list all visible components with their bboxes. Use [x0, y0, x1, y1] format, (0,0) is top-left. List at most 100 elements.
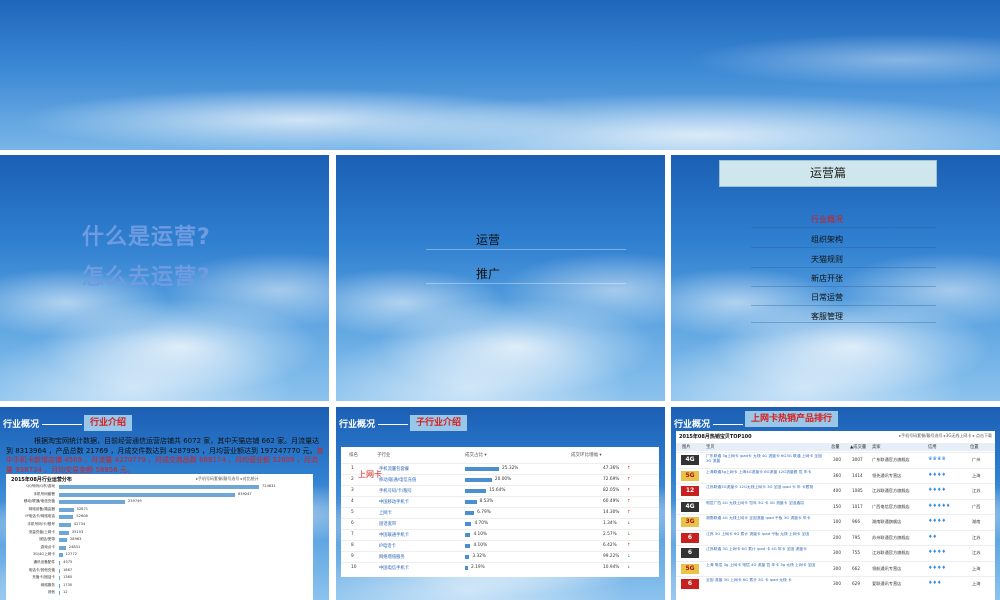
product-thumbnail[interactable]: 6: [681, 548, 699, 558]
table-row[interactable]: 6 固话宽带 4.70% 1.34% ↓: [341, 518, 659, 529]
table-row[interactable]: 1 手机流量包套餐 25.32% 47.36% ↑: [341, 463, 659, 474]
table-row[interactable]: 2 移动/联通/电信充值 20.00% 72.69% ↑: [341, 474, 659, 485]
table-row[interactable]: 4 中国移动手机卡 8.53% 60.49% ↑: [341, 496, 659, 507]
credit-icon: ♦♦♦: [928, 580, 942, 586]
bar-value: 4575: [63, 560, 73, 564]
product-thumbnail[interactable]: 5G: [681, 470, 699, 481]
bar-row: 其他 12: [6, 590, 313, 596]
seller-link[interactable]: 广西电信官方旗舰店: [872, 504, 910, 510]
header-subtitle: 上网卡热销产品排行: [745, 411, 839, 427]
table-row[interactable]: 7 中国联通手机卡 4.10% 2.57% ↓: [341, 529, 659, 540]
divider: [426, 249, 626, 250]
subindustry-link[interactable]: 手机流量包套餐: [379, 466, 409, 472]
subindustry-link[interactable]: 移动/联通/电信充值: [379, 477, 416, 483]
product-thumbnail[interactable]: 4G: [681, 455, 699, 465]
column-header[interactable]: 排名: [349, 452, 358, 458]
slide-1-thumbnail[interactable]: 什么是运营? 怎么去运营?: [0, 155, 329, 401]
bar-value: 52608: [76, 514, 88, 519]
product-title-link[interactable]: 广东联通 3g上网卡 ipad卡 无线 4G 流量卡 6G3G 联通 上网卡 全…: [706, 454, 824, 464]
product-row[interactable]: 6 全国 流量 3G 上网卡 6G 累计 3G 卡 ipad 无线 卡 300 629…: [676, 576, 995, 591]
table-row[interactable]: 8 IP电话卡 4.10% 6.42% ↑: [341, 540, 659, 551]
product-thumbnail[interactable]: 4G: [681, 501, 699, 512]
slide-3-thumbnail[interactable]: 运营篇 行业概况 组织架构 天猫规则 新店开张 日常运营 客服管理: [671, 155, 1000, 401]
seller-link[interactable]: 苏州联通官方旗舰店: [872, 535, 910, 541]
product-row[interactable]: 4G 广东联通 3g上网卡 ipad卡 无线 4G 流量卡 6G3G 联通 上网卡…: [676, 452, 995, 467]
panel-links[interactable]: ▸手机号码套餐/靓号选号 ▸3G无线上网卡 ▸ 点击下载: [899, 433, 992, 439]
rank-cell: 5: [351, 510, 354, 515]
subindustry-link[interactable]: 网络增值服务: [379, 554, 405, 560]
product-row[interactable]: 5G 上海联通3g上网卡 上海4G流量卡 6G流量 12G流量套 包 年卡 360 1…: [676, 467, 995, 483]
seller-link[interactable]: 领航通讯专营店: [872, 566, 901, 572]
table-row[interactable]: 5 上网卡 6.79% 14.30% ↑: [341, 507, 659, 518]
table-row[interactable]: 9 网络增值服务 3.32% 99.22% ↓: [341, 551, 659, 562]
product-thumbnail[interactable]: 12: [681, 486, 699, 496]
subindustry-link[interactable]: 固话宽带: [379, 521, 396, 527]
seller-link[interactable]: 领先通讯专营店: [872, 473, 901, 479]
subindustry-link[interactable]: 上网卡: [379, 510, 392, 516]
product-thumbnail[interactable]: 6: [681, 579, 699, 589]
column-header[interactable]: 位置: [970, 444, 979, 450]
column-header[interactable]: 成交占比 ▾: [465, 452, 487, 458]
product-row[interactable]: 4G 电信广西 4G 无线上网卡 包年 3G 卡 4G 流量卡 全国通用 150 10…: [676, 498, 995, 514]
column-header[interactable]: 总量: [831, 444, 840, 450]
product-title-link[interactable]: 电信广西 4G 无线上网卡 包年 3G 卡 4G 流量卡 全国通用: [706, 501, 824, 511]
slide-5-thumbnail[interactable]: 行业概况 子行业介绍 排名 子行业 成交占比 ▾ 成交环比增幅 ▾ 1 手机流量包套餐 25…: [336, 407, 665, 600]
seller-link[interactable]: 爱联通讯专营店: [872, 581, 901, 587]
subindustry-link[interactable]: 中国移动手机卡: [379, 499, 409, 505]
seller-link[interactable]: 江苏联通官方旗舰店: [872, 550, 910, 556]
product-title-link[interactable]: 全国 流量 3G 上网卡 6G 累计 3G 卡 ipad 无线 卡: [706, 578, 824, 588]
seller-link[interactable]: 广东联通官方旗舰店: [872, 457, 910, 463]
subindustry-link[interactable]: 中国电信手机卡: [379, 565, 409, 571]
location-cell: 上海: [972, 565, 981, 571]
location-cell: 江苏: [972, 550, 981, 555]
panel-title: 2015年08月行业运营分布: [11, 477, 72, 483]
product-row[interactable]: 3G 湖南联通 4G 无线上网卡 全国流量 ipad 平板 3G 流量卡 年卡 10…: [676, 514, 995, 529]
slide-6-thumbnail[interactable]: 行业概况 上网卡热销产品排行 2015年08月热销宝贝TOP100 ▸手机号码套…: [671, 407, 1000, 600]
slide-4-thumbnail[interactable]: 行业概况 行业介绍 根据淘宝网统计数据，目前经营通信运营店铺共 6072 家，其…: [0, 407, 329, 600]
share-bar: [465, 511, 475, 515]
product-thumbnail[interactable]: 3G: [681, 517, 699, 527]
bar-label: 网络设备/路由器: [28, 506, 55, 511]
growth-cell: 6.42%: [603, 543, 617, 548]
product-row[interactable]: 12 江苏联通3G流量卡 12G无线上网卡 3G 全国 ipad 卡 年 卡套餐 4…: [676, 483, 995, 498]
bar-row: 手机号码套餐 639247: [6, 492, 313, 498]
column-header[interactable]: 图片: [682, 444, 691, 450]
bar: [59, 507, 74, 512]
subindustry-link[interactable]: 手机号码/卡/靓号: [379, 488, 412, 494]
column-header[interactable]: 信用: [928, 444, 937, 450]
table-row[interactable]: 10 中国电信手机卡 2.19% 10.94% ↓: [341, 562, 659, 573]
slide-2-thumbnail[interactable]: 运营 推广: [336, 155, 665, 401]
seller-link[interactable]: 湖南联通旗舰店: [872, 519, 901, 525]
product-title-link[interactable]: 上海 电信 3g 上网卡 电信 4G 流量 包 年卡 3g 无线 上网卡 全国: [706, 563, 824, 573]
table-row[interactable]: 3 手机号码/卡/靓号 15.64% 82.05% ↑: [341, 485, 659, 496]
product-title-link[interactable]: 湖南联通 4G 无线上网卡 全国流量 ipad 平板 3G 流量卡 年卡: [706, 516, 824, 526]
arrow-up-icon: ↑: [627, 510, 631, 515]
product-title-link[interactable]: 江苏 3G 上网卡 6G 累计 流量卡 ipad 平板 无线 上网卡 全国: [706, 532, 824, 542]
seller-link[interactable]: 江苏联通官方旗舰店: [872, 488, 910, 494]
sold-cell: 629: [852, 581, 860, 586]
product-title-link[interactable]: 江苏联通 3G 上网卡 6G 累计 ipad 卡 4G 年卡 全国 流量卡: [706, 547, 824, 557]
column-header[interactable]: 子行业: [377, 452, 391, 458]
product-title-link[interactable]: 江苏联通3G流量卡 12G无线上网卡 3G 全国 ipad 卡 年 卡套餐: [706, 485, 824, 495]
panel-tabs[interactable]: ▸手机号码套餐/靓号选号 ▸对比统计: [196, 476, 259, 482]
column-header[interactable]: ▲成交量: [850, 444, 866, 450]
product-row[interactable]: 5G 上海 电信 3g 上网卡 电信 4G 流量 包 年卡 3g 无线 上网卡 全…: [676, 560, 995, 576]
nav-item-industry-overview: 行业概况: [811, 215, 843, 224]
product-thumbnail[interactable]: 6: [681, 532, 699, 543]
arrow-down-icon: ↓: [627, 521, 631, 526]
subindustry-link[interactable]: IP电话卡: [379, 543, 396, 549]
nav-item-new-store: 新店开张: [811, 274, 843, 283]
column-header[interactable]: 卖家: [872, 444, 881, 450]
credit-icon: ♦♦♦♦: [928, 487, 946, 493]
product-row[interactable]: 6 江苏联通 3G 上网卡 6G 累计 ipad 卡 4G 年卡 全国 流量卡 30…: [676, 545, 995, 560]
column-header[interactable]: 宝贝: [706, 444, 715, 450]
column-header[interactable]: 成交环比增幅 ▾: [571, 452, 602, 458]
table-header: 图片 宝贝 总量 ▲成交量 卖家 信用 位置: [676, 443, 995, 451]
location-cell: 上海: [972, 581, 981, 586]
product-row[interactable]: 6 江苏 3G 上网卡 6G 累计 流量卡 ipad 平板 无线 上网卡 全国 20…: [676, 529, 995, 545]
subindustry-link[interactable]: 中国联通手机卡: [379, 532, 409, 538]
arrow-up-icon: ↑: [627, 499, 631, 504]
product-title-link[interactable]: 上海联通3g上网卡 上海4G流量卡 6G流量 12G流量套 包 年卡: [706, 470, 824, 480]
product-thumbnail[interactable]: 5G: [681, 563, 699, 574]
location-cell: 广西: [972, 503, 981, 509]
